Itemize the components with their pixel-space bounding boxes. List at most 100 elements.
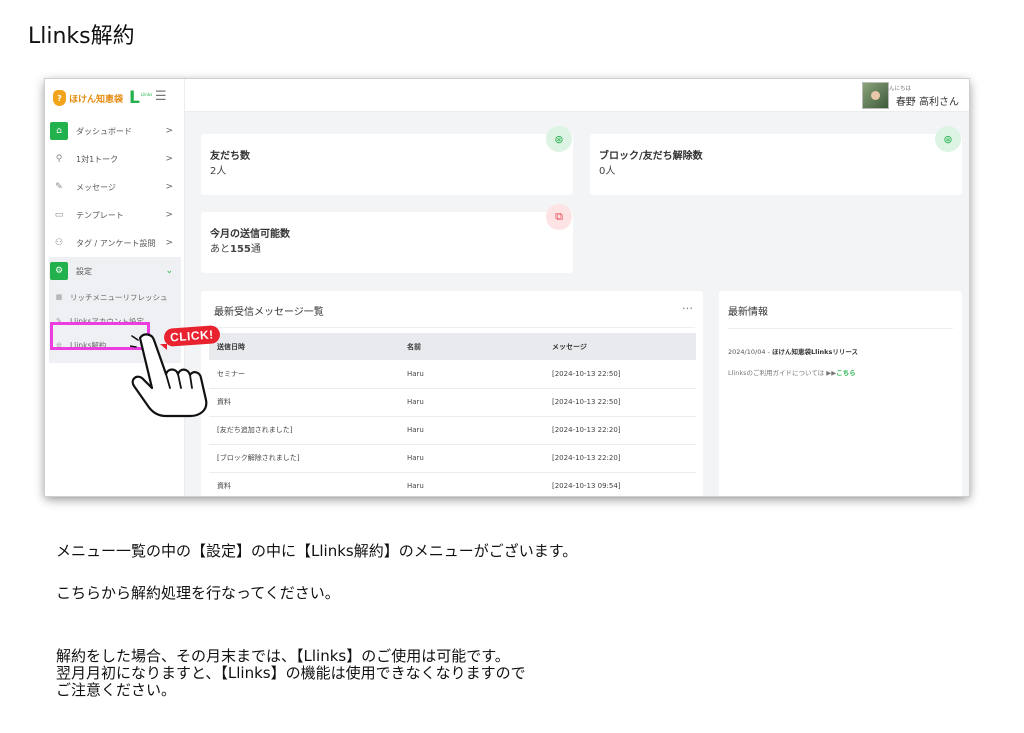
chevron-right-icon: > xyxy=(165,210,173,220)
instruction-line: 翌月月初になりますと、【Llinks】の機能は使用できなくなりますので xyxy=(56,664,526,682)
news-text: Llinksのご利用ガイドについては ▶▶ xyxy=(728,369,837,377)
card-value-prefix: あと xyxy=(210,244,230,255)
card-value-number: 155 xyxy=(230,244,251,255)
friends-count-card: 友だち数 2人 ⊛ xyxy=(201,126,573,195)
users-icon: ⚇ xyxy=(54,238,64,248)
card-label: ブロック/友だち解除数 xyxy=(599,151,703,162)
news-item: Llinksのご利用ガイドについては ▶▶こちら xyxy=(728,367,856,377)
instruction-text: メニュー一覧の中の【設定】の中に【Llinks解約】のメニューがございます。 xyxy=(56,542,578,560)
sidebar-item-label: メッセージ xyxy=(76,182,116,192)
sidebar-item-template[interactable]: ▭ テンプレート > xyxy=(49,201,181,229)
gear-icon: ⚙ xyxy=(50,262,68,280)
guide-link[interactable]: こちら xyxy=(836,369,856,377)
sidebar-item-tag-survey[interactable]: ⚇ タグ / アンケート設問 > xyxy=(49,229,181,257)
table-row[interactable]: 資料 Haru [2024-10-13 09:54] xyxy=(209,472,696,496)
sidebar-subitem-rich-menu-refresh[interactable]: ▦ リッチメニューリフレッシュ xyxy=(49,285,181,309)
sidebar: ? ほけん知恵袋 L Llinks ☰ ⌂ ダッシュボード > ⚲ 1対1トーク… xyxy=(45,79,185,496)
table-cell: [友だち追加されました] xyxy=(209,416,399,445)
chevron-right-icon: > xyxy=(165,182,173,192)
latest-news-panel: 最新情報 2024/10/04 - ほけん知恵袋Llinksリリース Llink… xyxy=(719,291,962,496)
card-value: あと155通 xyxy=(210,240,261,255)
sidebar-subitem-label: リッチメニューリフレッシュ xyxy=(70,292,168,302)
hamburger-menu-icon[interactable]: ☰ xyxy=(155,89,167,104)
topbar: こんにちは 春野 高利さん xyxy=(185,79,969,112)
table-row[interactable]: セミナー Haru [2024-10-13 22:50] xyxy=(209,360,696,389)
card-value: 2人 xyxy=(210,166,227,177)
table-cell: [2024-10-13 22:20] xyxy=(544,444,696,473)
table-cell: Haru xyxy=(399,416,544,445)
table-cell: [2024-10-13 22:20] xyxy=(544,416,696,445)
table-cell: Haru xyxy=(399,472,544,496)
sidebar-item-label: テンプレート xyxy=(76,210,124,220)
page-title: Llinks解約 xyxy=(28,24,135,49)
news-date: 2024/10/04 - xyxy=(728,348,772,356)
table-cell: 資料 xyxy=(209,388,399,417)
table-cell: [2024-10-13 09:54] xyxy=(544,472,696,496)
sidebar-item-settings[interactable]: ⚙ 設定 ⌄ xyxy=(49,257,181,285)
brand-logo[interactable]: ? ほけん知恵袋 L Llinks xyxy=(53,87,152,109)
column-header[interactable]: 名前 xyxy=(399,333,544,360)
instruction-line: 解約をした場合、その月末までは、【Llinks】のご使用は可能です。 xyxy=(56,647,510,665)
blocked-count-card: ブロック/友だち解除数 0人 ⊛ xyxy=(590,126,962,195)
brand-mascot-icon: ? xyxy=(53,90,66,106)
table-cell: [2024-10-13 22:50] xyxy=(544,388,696,417)
sidebar-item-label: 設定 xyxy=(76,266,92,276)
table-cell: セミナー xyxy=(209,360,399,389)
news-headline: ほけん知恵袋Llinksリリース xyxy=(771,348,859,356)
template-icon: ▭ xyxy=(54,210,64,220)
edit-icon: ✎ xyxy=(55,182,63,192)
chevron-down-icon: ⌄ xyxy=(165,266,173,276)
messages-icon: ⧉ xyxy=(546,204,572,230)
table-cell: Haru xyxy=(399,388,544,417)
sidebar-item-label: 1対1トーク xyxy=(76,154,119,164)
pointing-hand-icon xyxy=(130,333,208,418)
avatar-head xyxy=(871,91,880,100)
card-label: 友だち数 xyxy=(210,151,250,162)
chevron-right-icon: > xyxy=(165,126,173,136)
card-value: 0人 xyxy=(599,166,616,177)
greeting-text: こんにちは xyxy=(883,86,911,92)
divider xyxy=(209,327,695,328)
home-icon: ⌂ xyxy=(50,122,68,140)
brand-l-mark: L xyxy=(129,87,140,108)
column-header[interactable]: 送信日時 xyxy=(209,333,399,360)
username[interactable]: 春野 高利さん xyxy=(896,93,959,108)
table-row[interactable]: [友だち追加されました] Haru [2024-10-13 22:20] xyxy=(209,416,696,445)
table-row[interactable]: [ブロック解除されました] Haru [2024-10-13 22:20] xyxy=(209,444,696,473)
brand-l-sub: Llinks xyxy=(140,91,153,97)
card-value-suffix: 通 xyxy=(250,244,261,255)
instruction-paragraph: 解約をした場合、その月末までは、【Llinks】のご使用は可能です。 翌月月初に… xyxy=(56,648,526,699)
table-cell: 資料 xyxy=(209,472,399,496)
table-cell: Haru xyxy=(399,360,544,389)
brand-name: ほけん知恵袋 xyxy=(69,94,124,105)
sendable-count-card: 今月の送信可能数 あと155通 ⧉ xyxy=(201,204,573,273)
instruction-text: こちらから解約処理を行なってください。 xyxy=(56,584,340,602)
column-header[interactable]: メッセージ xyxy=(544,333,696,360)
table-cell: Haru xyxy=(399,444,544,473)
more-options-icon[interactable]: … xyxy=(682,299,693,312)
latest-messages-panel: 最新受信メッセージ一覧 … 送信日時 名前 メッセージ セミナー Haru [2… xyxy=(201,291,703,496)
panel-title: 最新情報 xyxy=(728,307,768,318)
table-cell: [ブロック解除されました] xyxy=(209,444,399,473)
user-circle-icon: ⊛ xyxy=(935,126,961,152)
chevron-right-icon: > xyxy=(165,238,173,248)
chevron-right-icon: > xyxy=(165,154,173,164)
sidebar-item-dashboard[interactable]: ⌂ ダッシュボード > xyxy=(49,117,181,145)
app-screenshot: ? ほけん知恵袋 L Llinks ☰ ⌂ ダッシュボード > ⚲ 1対1トーク… xyxy=(45,79,969,496)
divider xyxy=(728,328,953,329)
instruction-line: ご注意ください。 xyxy=(56,681,177,699)
user-circle-icon: ⊛ xyxy=(546,126,572,152)
sidebar-item-label: ダッシュボード xyxy=(76,126,132,136)
table-row[interactable]: 資料 Haru [2024-10-13 22:50] xyxy=(209,388,696,417)
card-label: 今月の送信可能数 xyxy=(210,229,290,240)
table-cell: [2024-10-13 22:50] xyxy=(544,360,696,389)
table-header-row: 送信日時 名前 メッセージ xyxy=(209,333,696,360)
sidebar-item-label: タグ / アンケート設問 xyxy=(76,238,156,248)
sidebar-item-message[interactable]: ✎ メッセージ > xyxy=(49,173,181,201)
panel-title: 最新受信メッセージ一覧 xyxy=(214,307,324,318)
menu-grid-icon: ▦ xyxy=(55,293,63,301)
user-icon: ⚲ xyxy=(55,154,63,164)
messages-table: 送信日時 名前 メッセージ セミナー Haru [2024-10-13 22:5… xyxy=(209,333,696,496)
sidebar-item-one-on-one-talk[interactable]: ⚲ 1対1トーク > xyxy=(49,145,181,173)
news-item: 2024/10/04 - ほけん知恵袋Llinksリリース xyxy=(728,346,858,356)
